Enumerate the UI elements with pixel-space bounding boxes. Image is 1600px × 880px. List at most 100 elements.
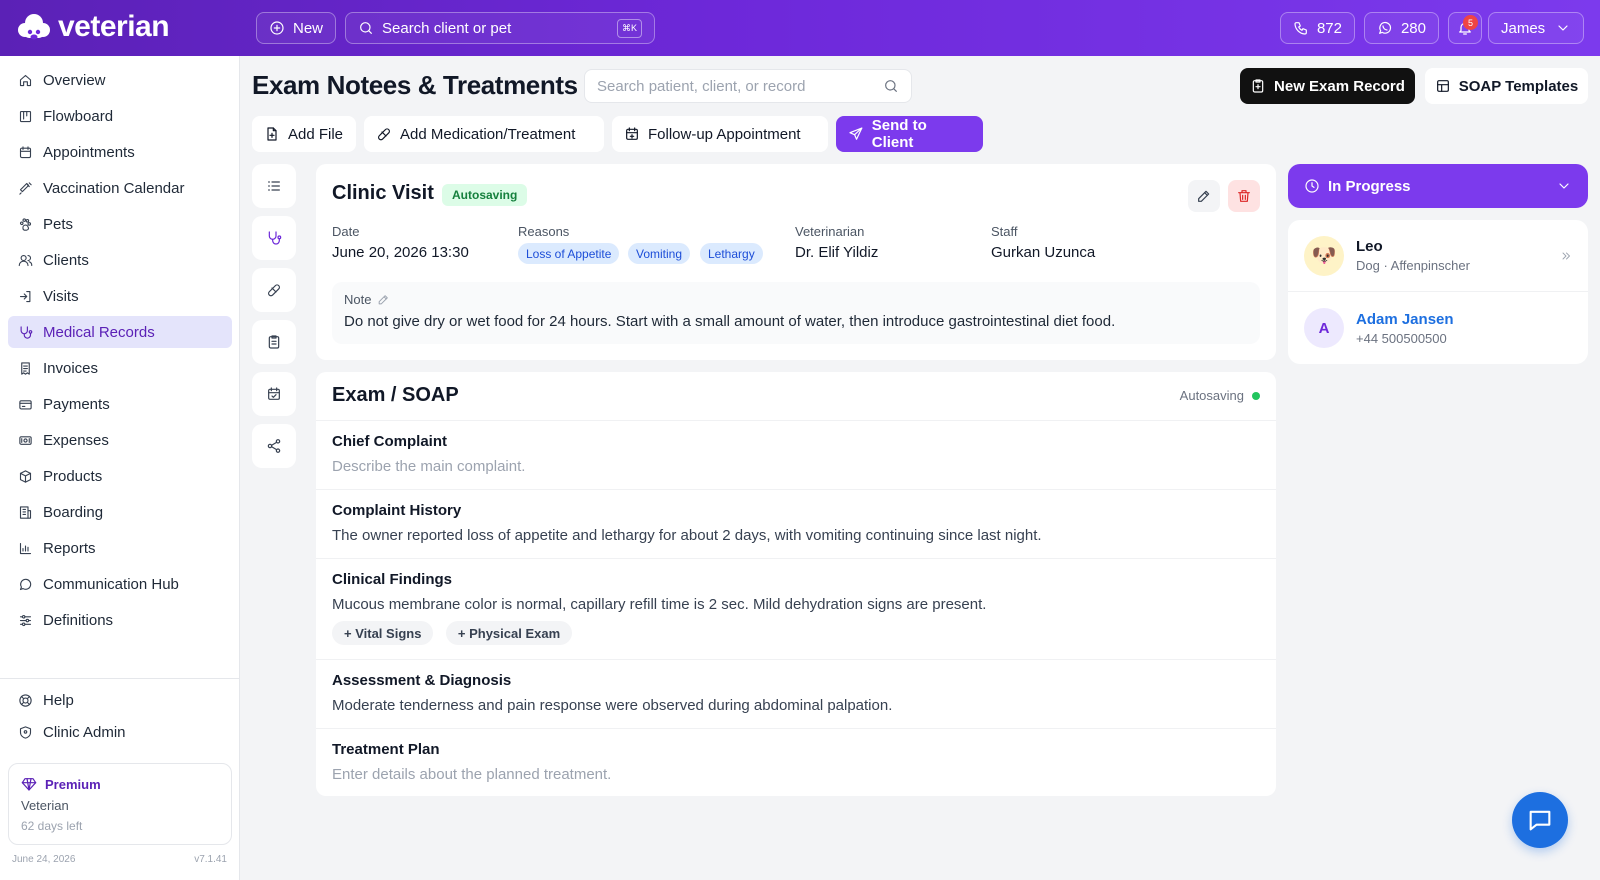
app-logo[interactable]: veterian (16, 10, 170, 44)
add-medication-button[interactable]: Add Medication/Treatment (364, 116, 604, 152)
premium-plan-card[interactable]: Premium Veterian 62 days left (8, 763, 232, 845)
sidebar-item-definitions[interactable]: Definitions (8, 604, 232, 636)
global-search-input[interactable]: Search client or pet ⌘K (345, 12, 655, 44)
notifications-badge: 5 (1463, 15, 1478, 30)
add-vital-signs-chip[interactable]: + Vital Signs (332, 621, 434, 645)
soap-section-clinical-findings[interactable]: Clinical Findings Mucous membrane color … (316, 558, 1276, 659)
stethoscope-icon (268, 231, 282, 245)
pill-icon (268, 284, 280, 297)
soap-title: Exam / SOAP (332, 384, 459, 406)
sidebar-item-pets[interactable]: Pets (8, 208, 232, 240)
autosaving-badge: Autosaving (442, 184, 528, 206)
support-chat-button[interactable] (1512, 792, 1568, 848)
soap-section-assessment[interactable]: Assessment & Diagnosis Moderate tenderne… (316, 659, 1276, 728)
app-name: veterian (58, 10, 170, 43)
sidebar-divider (0, 678, 240, 679)
soap-section-text[interactable]: The owner reported loss of appetite and … (332, 527, 1260, 544)
pet-info: Leo Dog · Affenpinscher (1356, 238, 1470, 273)
sidebar-item-label: Boarding (43, 503, 104, 521)
rail-clipboard-button[interactable] (252, 320, 296, 364)
send-to-client-button[interactable]: Send to Client (836, 116, 983, 152)
rail-share-button[interactable] (252, 424, 296, 468)
pet-row[interactable]: 🐶 Leo Dog · Affenpinscher (1288, 220, 1588, 292)
soap-section-chief-complaint[interactable]: Chief Complaint Describe the main compla… (316, 420, 1276, 489)
soap-section-text[interactable]: Mucous membrane color is normal, capilla… (332, 596, 1260, 613)
invoice-icon (21, 361, 30, 375)
client-row[interactable]: A Adam Jansen +44 500500500 (1288, 292, 1588, 364)
visit-note[interactable]: Note Do not give dry or wet food for 24 … (332, 282, 1260, 344)
rail-exam-button[interactable] (252, 216, 296, 260)
calls-button[interactable]: 872 (1280, 12, 1355, 44)
rail-list-button[interactable] (252, 164, 296, 208)
soap-section-complaint-history[interactable]: Complaint History The owner reported los… (316, 489, 1276, 558)
page-title: Exam Notees & Treatments (252, 70, 578, 100)
sidebar-item-label: Products (43, 467, 103, 485)
sidebar-item-medical-records[interactable]: Medical Records (8, 316, 232, 348)
soap-section-text[interactable]: Moderate tenderness and pain response we… (332, 697, 1260, 714)
soap-section-text[interactable]: Describe the main complaint. (332, 458, 1260, 475)
sidebar-item-flowboard[interactable]: Flowboard (8, 100, 232, 132)
soap-section-treatment-plan[interactable]: Treatment Plan Enter details about the p… (316, 728, 1276, 796)
note-text: Do not give dry or wet food for 24 hours… (344, 313, 1116, 330)
sidebar-item-help[interactable]: Help (8, 684, 232, 716)
calendar-icon (19, 145, 32, 158)
visit-status-dropdown[interactable]: In Progress (1288, 164, 1588, 208)
sidebar-item-label: Help (43, 691, 74, 709)
rail-calendar-button[interactable] (252, 372, 296, 416)
delete-visit-button[interactable] (1228, 180, 1260, 212)
follow-up-label: Follow-up Appointment (648, 125, 801, 143)
list-settings-icon (19, 614, 32, 626)
rail-medication-button[interactable] (252, 268, 296, 312)
sidebar-item-boarding[interactable]: Boarding (8, 496, 232, 528)
sidebar-item-label: Expenses (43, 431, 109, 449)
sidebar-item-invoices[interactable]: Invoices (8, 352, 232, 384)
file-plus-icon (267, 127, 277, 141)
pencil-icon[interactable] (377, 293, 390, 306)
pet-details: Dog · Affenpinscher (1356, 258, 1470, 273)
pencil-icon (1198, 190, 1210, 202)
plus-circle-icon (270, 21, 284, 35)
syringe-icon (19, 181, 32, 195)
search-icon (885, 80, 897, 92)
add-physical-exam-chip[interactable]: + Physical Exam (445, 621, 573, 645)
search-icon (360, 22, 372, 34)
chat-bubble-icon (1529, 810, 1551, 831)
edit-visit-button[interactable] (1188, 180, 1220, 212)
building-icon (19, 505, 32, 519)
home-icon (19, 74, 32, 86)
notifications-button[interactable]: 5 (1448, 12, 1482, 44)
sidebar-item-vaccination-calendar[interactable]: Vaccination Calendar (8, 172, 232, 204)
add-file-label: Add File (288, 125, 344, 143)
soap-templates-button[interactable]: SOAP Templates (1425, 68, 1588, 104)
record-search-input[interactable]: Search patient, client, or record (584, 69, 912, 103)
chevrons-right-icon[interactable] (1560, 250, 1572, 262)
sidebar-item-products[interactable]: Products (8, 460, 232, 492)
sidebar-item-expenses[interactable]: Expenses (8, 424, 232, 456)
note-label: Note (344, 292, 372, 307)
patient-client-card: 🐶 Leo Dog · Affenpinscher A Adam Jansen … (1288, 220, 1588, 364)
share-icon (267, 439, 281, 453)
user-menu[interactable]: James (1488, 12, 1584, 44)
phone-icon (1294, 22, 1307, 35)
new-exam-record-button[interactable]: New Exam Record (1240, 68, 1415, 104)
sidebar-item-overview[interactable]: Overview (8, 64, 232, 96)
sidebar-item-appointments[interactable]: Appointments (8, 136, 232, 168)
messages-button[interactable]: 280 (1364, 12, 1439, 44)
clipboard-icon (268, 335, 280, 349)
shield-icon (19, 725, 32, 739)
soap-section-text[interactable]: Enter details about the planned treatmen… (332, 766, 1260, 783)
users-icon (18, 254, 33, 266)
walk-in-icon (19, 290, 31, 302)
diamond-icon (21, 778, 37, 791)
soap-autosave-status: Autosaving (1180, 388, 1260, 403)
sidebar-item-reports[interactable]: Reports (8, 532, 232, 564)
sidebar-item-communication-hub[interactable]: Communication Hub (8, 568, 232, 600)
sidebar-item-clinic-admin[interactable]: Clinic Admin (8, 716, 232, 748)
add-file-button[interactable]: Add File (252, 116, 356, 152)
new-button[interactable]: New (256, 12, 336, 44)
follow-up-appointment-button[interactable]: Follow-up Appointment (612, 116, 828, 152)
sidebar-item-clients[interactable]: Clients (8, 244, 232, 276)
sidebar-item-visits[interactable]: Visits (8, 280, 232, 312)
sidebar-item-payments[interactable]: Payments (8, 388, 232, 420)
client-name-link[interactable]: Adam Jansen (1356, 311, 1454, 328)
